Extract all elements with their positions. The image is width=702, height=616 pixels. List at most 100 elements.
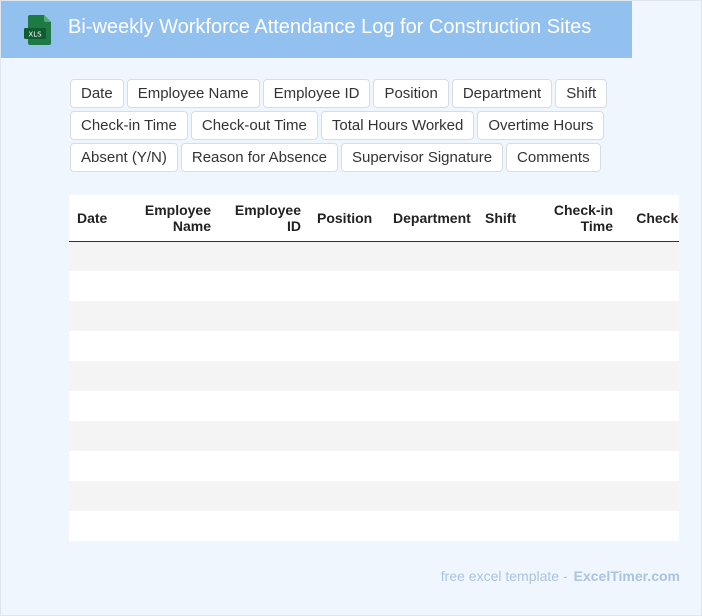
table-cell[interactable] bbox=[521, 481, 621, 511]
table-cell[interactable] bbox=[219, 361, 309, 391]
table-cell[interactable] bbox=[621, 361, 679, 391]
table-cell[interactable] bbox=[621, 271, 679, 301]
table-cell[interactable] bbox=[219, 241, 309, 271]
table-cell[interactable] bbox=[385, 271, 477, 301]
field-tag: Supervisor Signature bbox=[340, 143, 504, 172]
field-tag: Overtime Hours bbox=[477, 111, 605, 140]
table-cell[interactable] bbox=[135, 391, 219, 421]
column-header[interactable]: Department bbox=[385, 195, 477, 242]
table-cell[interactable] bbox=[477, 511, 521, 541]
table-cell[interactable] bbox=[69, 481, 135, 511]
column-header[interactable]: Date bbox=[69, 195, 135, 242]
table-cell[interactable] bbox=[69, 301, 135, 331]
table-cell[interactable] bbox=[385, 361, 477, 391]
table-cell[interactable] bbox=[135, 271, 219, 301]
table-cell[interactable] bbox=[621, 301, 679, 331]
table-cell[interactable] bbox=[309, 451, 385, 481]
table-cell[interactable] bbox=[621, 451, 679, 481]
table-cell[interactable] bbox=[385, 421, 477, 451]
table-cell[interactable] bbox=[219, 451, 309, 481]
field-tag: Absent (Y/N) bbox=[70, 143, 178, 172]
table-cell[interactable] bbox=[309, 361, 385, 391]
table-cell[interactable] bbox=[309, 421, 385, 451]
footer-brand-link[interactable]: ExcelTimer.com bbox=[574, 568, 680, 584]
table-cell[interactable] bbox=[621, 241, 679, 271]
table-cell[interactable] bbox=[309, 241, 385, 271]
table-cell[interactable] bbox=[219, 421, 309, 451]
table-cell[interactable] bbox=[521, 271, 621, 301]
table-cell[interactable] bbox=[385, 391, 477, 421]
table-cell[interactable] bbox=[219, 271, 309, 301]
table-cell[interactable] bbox=[521, 241, 621, 271]
table-cell[interactable] bbox=[135, 301, 219, 331]
table-cell[interactable] bbox=[219, 391, 309, 421]
table-cell[interactable] bbox=[621, 391, 679, 421]
table-cell[interactable] bbox=[521, 421, 621, 451]
column-header[interactable]: Employee ID bbox=[219, 195, 309, 242]
table-cell[interactable] bbox=[621, 511, 679, 541]
table-cell[interactable] bbox=[385, 241, 477, 271]
table-cell[interactable] bbox=[135, 241, 219, 271]
column-header[interactable]: Position bbox=[309, 195, 385, 242]
table-cell[interactable] bbox=[477, 451, 521, 481]
table-cell[interactable] bbox=[385, 301, 477, 331]
table-row bbox=[69, 241, 679, 271]
table-cell[interactable] bbox=[385, 451, 477, 481]
table-cell[interactable] bbox=[135, 421, 219, 451]
table-cell[interactable] bbox=[385, 331, 477, 361]
table-cell[interactable] bbox=[621, 481, 679, 511]
table-cell[interactable] bbox=[521, 391, 621, 421]
table-cell[interactable] bbox=[477, 391, 521, 421]
table-cell[interactable] bbox=[385, 481, 477, 511]
table-cell[interactable] bbox=[309, 481, 385, 511]
table-cell[interactable] bbox=[477, 271, 521, 301]
table-cell[interactable] bbox=[621, 421, 679, 451]
table-cell[interactable] bbox=[135, 511, 219, 541]
page-frame: XLS Bi-weekly Workforce Attendance Log f… bbox=[0, 0, 702, 616]
table-cell[interactable] bbox=[219, 511, 309, 541]
table-cell[interactable] bbox=[309, 271, 385, 301]
table-cell[interactable] bbox=[477, 241, 521, 271]
column-header[interactable]: Shift bbox=[477, 195, 521, 242]
table-cell[interactable] bbox=[477, 301, 521, 331]
table-row bbox=[69, 301, 679, 331]
table-cell[interactable] bbox=[309, 391, 385, 421]
table-cell[interactable] bbox=[135, 481, 219, 511]
column-header[interactable]: Employee Name bbox=[135, 195, 219, 242]
table-cell[interactable] bbox=[69, 511, 135, 541]
table-cell[interactable] bbox=[69, 361, 135, 391]
table-cell[interactable] bbox=[135, 361, 219, 391]
table-cell[interactable] bbox=[309, 301, 385, 331]
table-cell[interactable] bbox=[135, 331, 219, 361]
table-cell[interactable] bbox=[521, 331, 621, 361]
table-cell[interactable] bbox=[521, 511, 621, 541]
table-cell[interactable] bbox=[309, 331, 385, 361]
page-title: Bi-weekly Workforce Attendance Log for C… bbox=[68, 16, 592, 38]
table-cell[interactable] bbox=[385, 511, 477, 541]
table-cell[interactable] bbox=[477, 331, 521, 361]
table-cell[interactable] bbox=[69, 421, 135, 451]
table-cell[interactable] bbox=[69, 271, 135, 301]
table-cell[interactable] bbox=[219, 301, 309, 331]
column-header[interactable]: Check-out Time bbox=[621, 195, 679, 242]
table-cell[interactable] bbox=[477, 481, 521, 511]
table-cell[interactable] bbox=[477, 421, 521, 451]
table-cell[interactable] bbox=[219, 331, 309, 361]
field-tag: Comments bbox=[506, 143, 601, 172]
table-cell[interactable] bbox=[69, 241, 135, 271]
table-row bbox=[69, 451, 679, 481]
table-cell[interactable] bbox=[521, 451, 621, 481]
table-cell[interactable] bbox=[621, 331, 679, 361]
table-cell[interactable] bbox=[521, 301, 621, 331]
table-cell[interactable] bbox=[477, 361, 521, 391]
table-cell[interactable] bbox=[309, 511, 385, 541]
field-tag: Total Hours Worked bbox=[320, 111, 475, 140]
table-cell[interactable] bbox=[135, 451, 219, 481]
attendance-table-container[interactable]: Date Employee Name Employee ID Position Depa… bbox=[69, 195, 679, 541]
table-cell[interactable] bbox=[219, 481, 309, 511]
table-cell[interactable] bbox=[69, 391, 135, 421]
table-cell[interactable] bbox=[521, 361, 621, 391]
table-cell[interactable] bbox=[69, 331, 135, 361]
column-header[interactable]: Check-in Time bbox=[521, 195, 621, 242]
table-cell[interactable] bbox=[69, 451, 135, 481]
